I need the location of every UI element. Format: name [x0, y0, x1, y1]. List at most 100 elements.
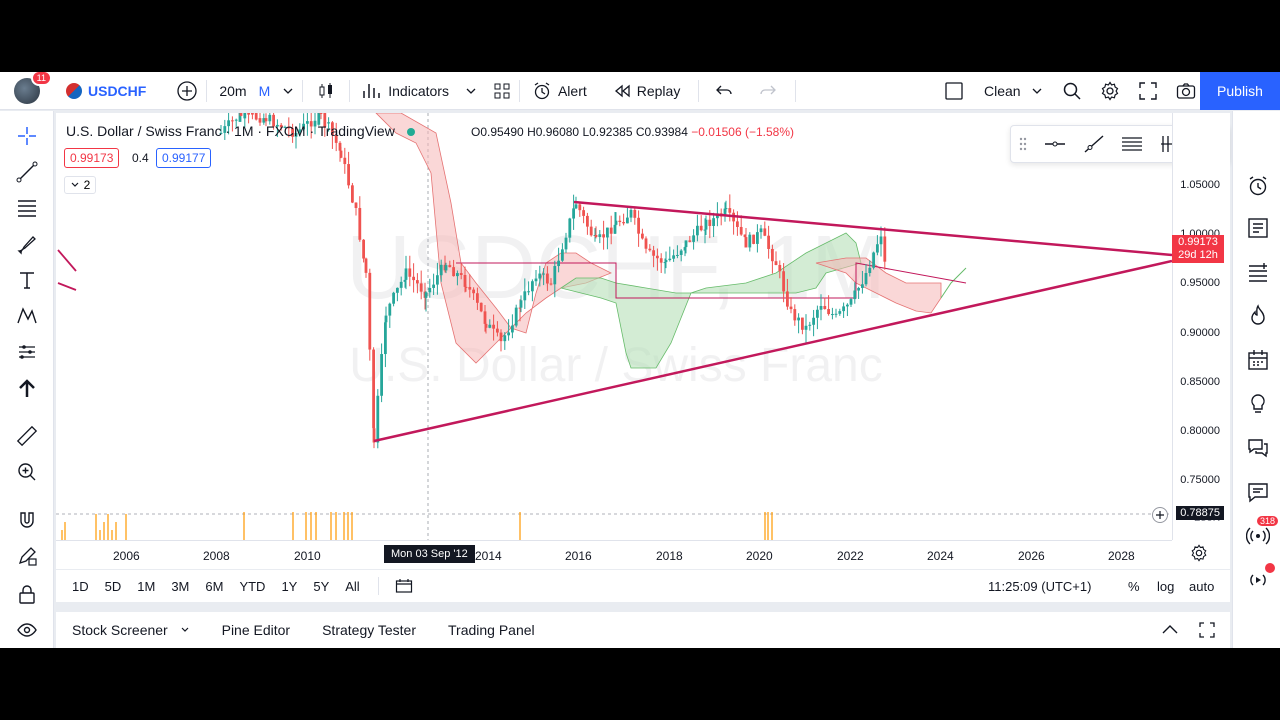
compare-button[interactable] [168, 72, 206, 110]
indicators-button[interactable]: Indicators [350, 72, 485, 110]
candle-body [343, 157, 347, 165]
candle-body [676, 254, 679, 256]
tab-trading-panel[interactable]: Trading Panel [432, 622, 551, 638]
settings-button[interactable] [1092, 72, 1128, 110]
candle-body [428, 287, 432, 293]
candle-body [633, 209, 637, 218]
log-toggle[interactable]: log [1157, 579, 1174, 594]
candle-body [602, 234, 605, 238]
candle-body [534, 278, 538, 282]
candle-body [614, 220, 618, 225]
tab-stock-screener[interactable]: Stock Screener [56, 622, 206, 638]
candle-body [268, 114, 272, 122]
hotlists-button[interactable] [1245, 303, 1271, 329]
replay-label: Replay [636, 82, 681, 99]
chart-legend-title[interactable]: U.S. Dollar / Swiss Franc · 1M · FXCM · … [66, 123, 415, 139]
add-alert-button[interactable] [1152, 507, 1168, 523]
undo-button[interactable] [699, 72, 741, 110]
pattern-tool[interactable] [14, 303, 40, 329]
flame-icon [1251, 304, 1265, 325]
buy-price-box[interactable]: 0.99177 [156, 148, 212, 168]
alerts-panel-button[interactable] [1245, 173, 1271, 199]
fib-tool[interactable] [14, 195, 40, 221]
snapshot-button[interactable] [1168, 72, 1204, 110]
tab-pine-editor[interactable]: Pine Editor [206, 622, 306, 638]
divider [377, 577, 379, 595]
notifications-button[interactable]: 318 [1245, 515, 1279, 549]
stay-drawing-tool[interactable] [14, 543, 40, 569]
layout-selector[interactable]: Clean [936, 72, 1051, 110]
candle-body [578, 204, 582, 211]
legend-collapse-button[interactable]: 2 [64, 176, 96, 194]
messages-button[interactable] [1245, 479, 1271, 505]
range-1y[interactable]: 1Y [273, 579, 305, 594]
clock-timezone[interactable]: 11:25:09 (UTC+1) [988, 579, 1091, 594]
arrow-tool[interactable] [14, 375, 40, 401]
candle-body [641, 233, 644, 239]
range-5y[interactable]: 5Y [305, 579, 337, 594]
interval-selector[interactable]: 20m M [207, 72, 302, 110]
object-tree-button[interactable] [1245, 215, 1271, 241]
candle-body [424, 292, 428, 298]
candle-body [808, 324, 812, 326]
go-to-date-button[interactable] [389, 578, 419, 594]
time-tick: 2010 [294, 549, 321, 563]
lock-tool[interactable] [14, 581, 40, 607]
horizontal-line-icon[interactable] [1043, 134, 1067, 154]
time-axis[interactable]: 2006 2008 2010 2014 2016 2018 2020 2022 … [56, 540, 1172, 569]
maximize-panel-button[interactable] [1198, 621, 1216, 639]
chats-button[interactable] [1245, 435, 1271, 461]
text-tool[interactable] [14, 267, 40, 293]
candle-body [831, 314, 834, 316]
brush-icon [17, 236, 36, 255]
chart-settings-button[interactable] [1190, 544, 1208, 562]
drag-handle-icon[interactable] [1018, 136, 1028, 152]
visibility-tool[interactable] [14, 617, 40, 643]
percent-toggle[interactable]: % [1128, 579, 1140, 594]
range-6m[interactable]: 6M [197, 579, 231, 594]
redo-button[interactable] [741, 72, 785, 110]
ohlc-open: O0.95490 [471, 125, 524, 139]
price-axis[interactable]: 1.05000 1.00000 0.95000 0.90000 0.85000 … [1172, 113, 1230, 540]
candle-body [846, 304, 849, 307]
fullscreen-button[interactable] [1130, 72, 1166, 110]
magnet-tool[interactable] [14, 507, 40, 533]
replay-button[interactable]: Replay [595, 72, 689, 110]
auto-toggle[interactable]: auto [1189, 579, 1214, 594]
ray-icon[interactable] [1082, 134, 1106, 154]
candle-body [797, 317, 800, 321]
brush-tool[interactable] [14, 231, 40, 257]
ruler-tool[interactable] [14, 423, 40, 449]
chart-pane[interactable]: USDCHF, 1M U.S. Dollar / Swiss Franc U.S… [56, 113, 1230, 569]
publish-button[interactable]: Publish [1200, 72, 1280, 110]
range-1m[interactable]: 1M [129, 579, 163, 594]
streams-button[interactable] [1245, 563, 1275, 593]
trendline-tool[interactable] [14, 159, 40, 185]
alert-button[interactable]: Alert [520, 72, 595, 110]
range-3m[interactable]: 3M [163, 579, 197, 594]
symbol-search[interactable]: USDCHF [58, 72, 154, 110]
candle-body [752, 234, 755, 244]
range-5d[interactable]: 5D [97, 579, 130, 594]
sell-price-box[interactable]: 0.99173 [64, 148, 120, 168]
pencil-lock-icon [18, 547, 37, 566]
zoom-tool[interactable] [14, 459, 40, 485]
range-ytd[interactable]: YTD [231, 579, 273, 594]
range-all[interactable]: All [337, 579, 367, 594]
candle-body [492, 324, 495, 329]
search-button[interactable] [1054, 72, 1090, 110]
expand-panel-button[interactable] [1160, 621, 1180, 639]
layout-templates-button[interactable] [485, 72, 519, 110]
bar-countdown: 29d 12h [1178, 249, 1218, 261]
parallel-channel-icon[interactable] [1120, 134, 1144, 154]
chart-type-button[interactable] [303, 72, 349, 110]
watchlist-button[interactable] [1245, 259, 1271, 285]
tab-strategy-tester[interactable]: Strategy Tester [306, 622, 432, 638]
crosshair-tool[interactable] [14, 123, 40, 149]
calendar-button[interactable] [1245, 347, 1271, 373]
ideas-button[interactable] [1245, 391, 1271, 417]
range-1d[interactable]: 1D [64, 579, 97, 594]
prediction-tool[interactable] [14, 339, 40, 365]
user-avatar[interactable]: 11 [14, 72, 52, 104]
symbol-label: USDCHF [88, 82, 147, 99]
